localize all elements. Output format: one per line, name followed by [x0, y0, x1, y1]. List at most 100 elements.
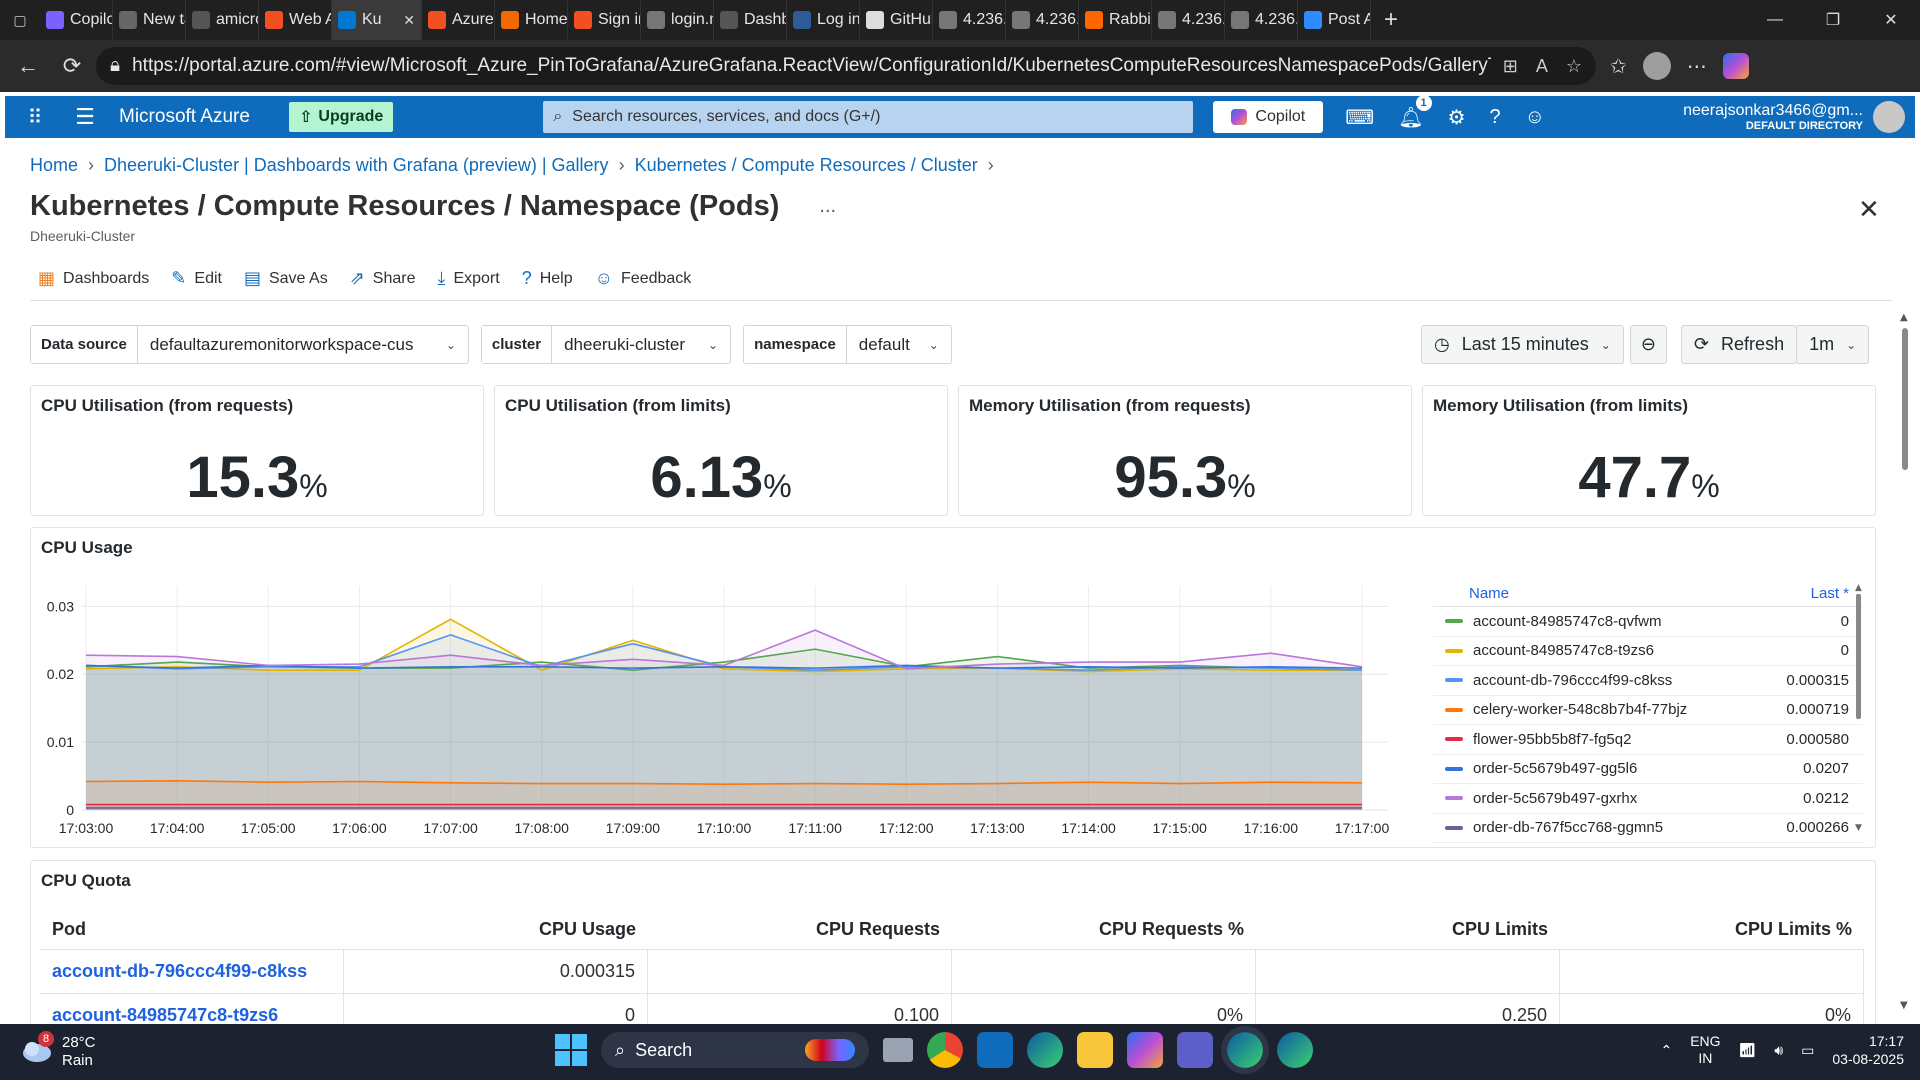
waffle-icon[interactable]: ⠿	[5, 105, 65, 130]
namespace-select[interactable]: default ⌄	[847, 335, 951, 355]
outlook-icon[interactable]	[977, 1032, 1013, 1068]
help-icon[interactable]: ?	[1490, 106, 1501, 129]
more-options-icon[interactable]: ...	[819, 195, 836, 218]
column-header[interactable]: CPU Requests %	[952, 910, 1256, 949]
column-header[interactable]: CPU Limits %	[1560, 910, 1864, 949]
edge-icon[interactable]	[1027, 1032, 1063, 1068]
legend-item[interactable]: celery-worker-548c8b7b4f-77bjz 0.000719	[1433, 696, 1863, 725]
column-header[interactable]: Pod	[40, 910, 344, 949]
weather-widget[interactable]: 8 28°C Rain	[20, 1031, 96, 1070]
legend-scrollbar[interactable]: ▲ ▼	[1855, 582, 1863, 832]
stat-panel-cpu-requests[interactable]: CPU Utilisation (from requests) 15.3%	[30, 385, 484, 516]
time-range-picker[interactable]: ◷ Last 15 minutes ⌄	[1421, 325, 1624, 364]
reload-icon[interactable]: ⟳	[52, 46, 92, 86]
browser-tab[interactable]: Web A	[259, 0, 332, 40]
avatar[interactable]	[1873, 101, 1905, 133]
legend-name-header[interactable]: Name	[1433, 585, 1811, 606]
feedback-icon[interactable]: ☺	[1525, 106, 1545, 129]
azure-search-input[interactable]: ⌕ Search resources, services, and docs (…	[543, 101, 1194, 133]
upgrade-button[interactable]: ⇧ Upgrade	[289, 102, 394, 132]
cluster-select[interactable]: dheeruki-cluster ⌄	[552, 335, 730, 355]
export-button[interactable]: ⤓ Export	[437, 268, 499, 289]
column-header[interactable]: CPU Requests	[648, 910, 952, 949]
dashboards-button[interactable]: ▦ Dashboards	[38, 268, 149, 289]
azure-brand[interactable]: Microsoft Azure	[119, 106, 289, 128]
tab-actions-icon[interactable]: ▢	[0, 0, 40, 40]
browser-tab[interactable]: 4.236.1	[1152, 0, 1225, 40]
legend-item[interactable]: account-84985747c8-qvfwm 0	[1433, 607, 1863, 637]
read-aloud-icon[interactable]: A	[1536, 56, 1548, 77]
browser-tab[interactable]: Home	[495, 0, 568, 40]
refresh-button[interactable]: ⟳ Refresh	[1680, 325, 1798, 364]
copilot-browser-icon[interactable]	[1722, 53, 1749, 79]
browser-tab[interactable]: GitHub	[860, 0, 933, 40]
help-button[interactable]: ? Help	[522, 268, 573, 289]
tab-close-icon[interactable]: ✕	[403, 12, 415, 29]
maximize-icon[interactable]: ❐	[1804, 0, 1862, 40]
teams-icon[interactable]	[1177, 1032, 1213, 1068]
browser-tab[interactable]: Azure	[422, 0, 495, 40]
column-header[interactable]: CPU Usage	[344, 910, 648, 949]
copilot-app-icon[interactable]	[1127, 1032, 1163, 1068]
browser-tab[interactable]: Rabbit	[1079, 0, 1152, 40]
cpu-usage-chart[interactable]: 0 0.01 0.02 0.03 17:03:00 17:04:00 17:05:00 17:…	[30, 570, 1430, 845]
edit-button[interactable]: ✎ Edit	[171, 268, 222, 289]
chevron-up-icon[interactable]: ⌃	[1660, 1042, 1672, 1059]
save-as-button[interactable]: ▤ Save As	[244, 268, 328, 289]
breadcrumb-cluster[interactable]: Kubernetes / Compute Resources / Cluster	[635, 155, 978, 176]
menu-icon[interactable]: ☰	[65, 104, 105, 130]
close-icon[interactable]: ✕	[1858, 194, 1880, 225]
zoom-out-button[interactable]: ⊖	[1629, 325, 1667, 364]
new-tab-button[interactable]: +	[1371, 6, 1411, 34]
edge-profile-icon[interactable]	[1277, 1032, 1313, 1068]
taskbar-search[interactable]: ⌕ Search	[601, 1032, 869, 1068]
favorites-icon[interactable]: ✩	[1610, 54, 1627, 79]
browser-tab[interactable]: amicro	[186, 0, 259, 40]
browser-tab[interactable]: Log in	[787, 0, 860, 40]
notifications-icon[interactable]: 🔔︎ 1	[1398, 94, 1432, 130]
browser-tab[interactable]: New ta	[113, 0, 186, 40]
stat-panel-memory-limits[interactable]: Memory Utilisation (from limits) 47.7%	[1422, 385, 1876, 516]
legend-item[interactable]: order-5c5679b497-gxrhx 0.0212	[1433, 784, 1863, 814]
pod-link[interactable]: account-db-796ccc4f99-c8kss	[40, 950, 344, 993]
window-close-icon[interactable]: ✕	[1862, 0, 1920, 40]
profile-avatar[interactable]	[1642, 52, 1671, 80]
wifi-icon[interactable]: 📶︎	[1739, 1042, 1757, 1059]
task-view-icon[interactable]	[883, 1038, 913, 1062]
stat-panel-cpu-limits[interactable]: CPU Utilisation (from limits) 6.13%	[494, 385, 948, 516]
breadcrumb-home[interactable]: Home	[30, 155, 78, 176]
legend-item[interactable]: order-5c5679b497-gg5l6 0.0207	[1433, 755, 1863, 784]
browser-tab[interactable]: login.m	[641, 0, 714, 40]
refresh-interval-select[interactable]: 1m ⌄	[1796, 325, 1870, 364]
browser-tab[interactable]: Dashbo	[714, 0, 787, 40]
volume-icon[interactable]: 🔊︎	[1774, 1042, 1783, 1059]
legend-item[interactable]: flower-95bb5b8f7-fg5q2 0.000580	[1433, 725, 1863, 755]
browser-menu-icon[interactable]: ⋯	[1687, 54, 1707, 79]
legend-item[interactable]: account-db-796ccc4f99-c8kss 0.000315	[1433, 666, 1863, 696]
browser-tab[interactable]: 4.236.1	[933, 0, 1006, 40]
browser-tab[interactable]: 4.236.1	[1225, 0, 1298, 40]
browser-tab[interactable]: Sign in	[568, 0, 641, 40]
page-scrollbar[interactable]: ▲ ▼	[1898, 310, 1912, 1010]
stat-panel-memory-requests[interactable]: Memory Utilisation (from requests) 95.3%	[958, 385, 1412, 516]
favorite-star-icon[interactable]: ☆	[1566, 56, 1582, 77]
legend-item[interactable]: order-db-767f5cc768-ggmn5 0.000266	[1433, 814, 1863, 843]
file-explorer-icon[interactable]	[1077, 1032, 1113, 1068]
input-language[interactable]: ENG IN	[1690, 1033, 1720, 1067]
clock[interactable]: 17:17 03-08-2025	[1832, 1032, 1904, 1068]
share-button[interactable]: ⇗ Share	[350, 268, 416, 289]
breadcrumb-gallery[interactable]: Dheeruki-Cluster | Dashboards with Grafa…	[104, 155, 609, 176]
start-windows-icon[interactable]	[555, 1034, 587, 1066]
cloud-shell-icon[interactable]: ⌨	[1345, 105, 1374, 130]
settings-gear-icon[interactable]: ⚙	[1448, 105, 1466, 130]
browser-tab[interactable]: 4.236.1	[1006, 0, 1079, 40]
feedback-button[interactable]: ☺ Feedback	[595, 268, 692, 289]
battery-icon[interactable]: ▭	[1801, 1042, 1814, 1059]
chrome-icon[interactable]	[927, 1032, 963, 1068]
copilot-button[interactable]: Copilot	[1213, 101, 1324, 133]
url-input[interactable]: 🔒︎ https://portal.azure.com/#view/Micros…	[96, 47, 1596, 85]
legend-item[interactable]: account-84985747c8-t9zs6 0	[1433, 637, 1863, 666]
browser-tab[interactable]: Copilo	[40, 0, 113, 40]
browser-tab[interactable]: Post A	[1298, 0, 1371, 40]
back-icon[interactable]: ←	[8, 46, 48, 86]
